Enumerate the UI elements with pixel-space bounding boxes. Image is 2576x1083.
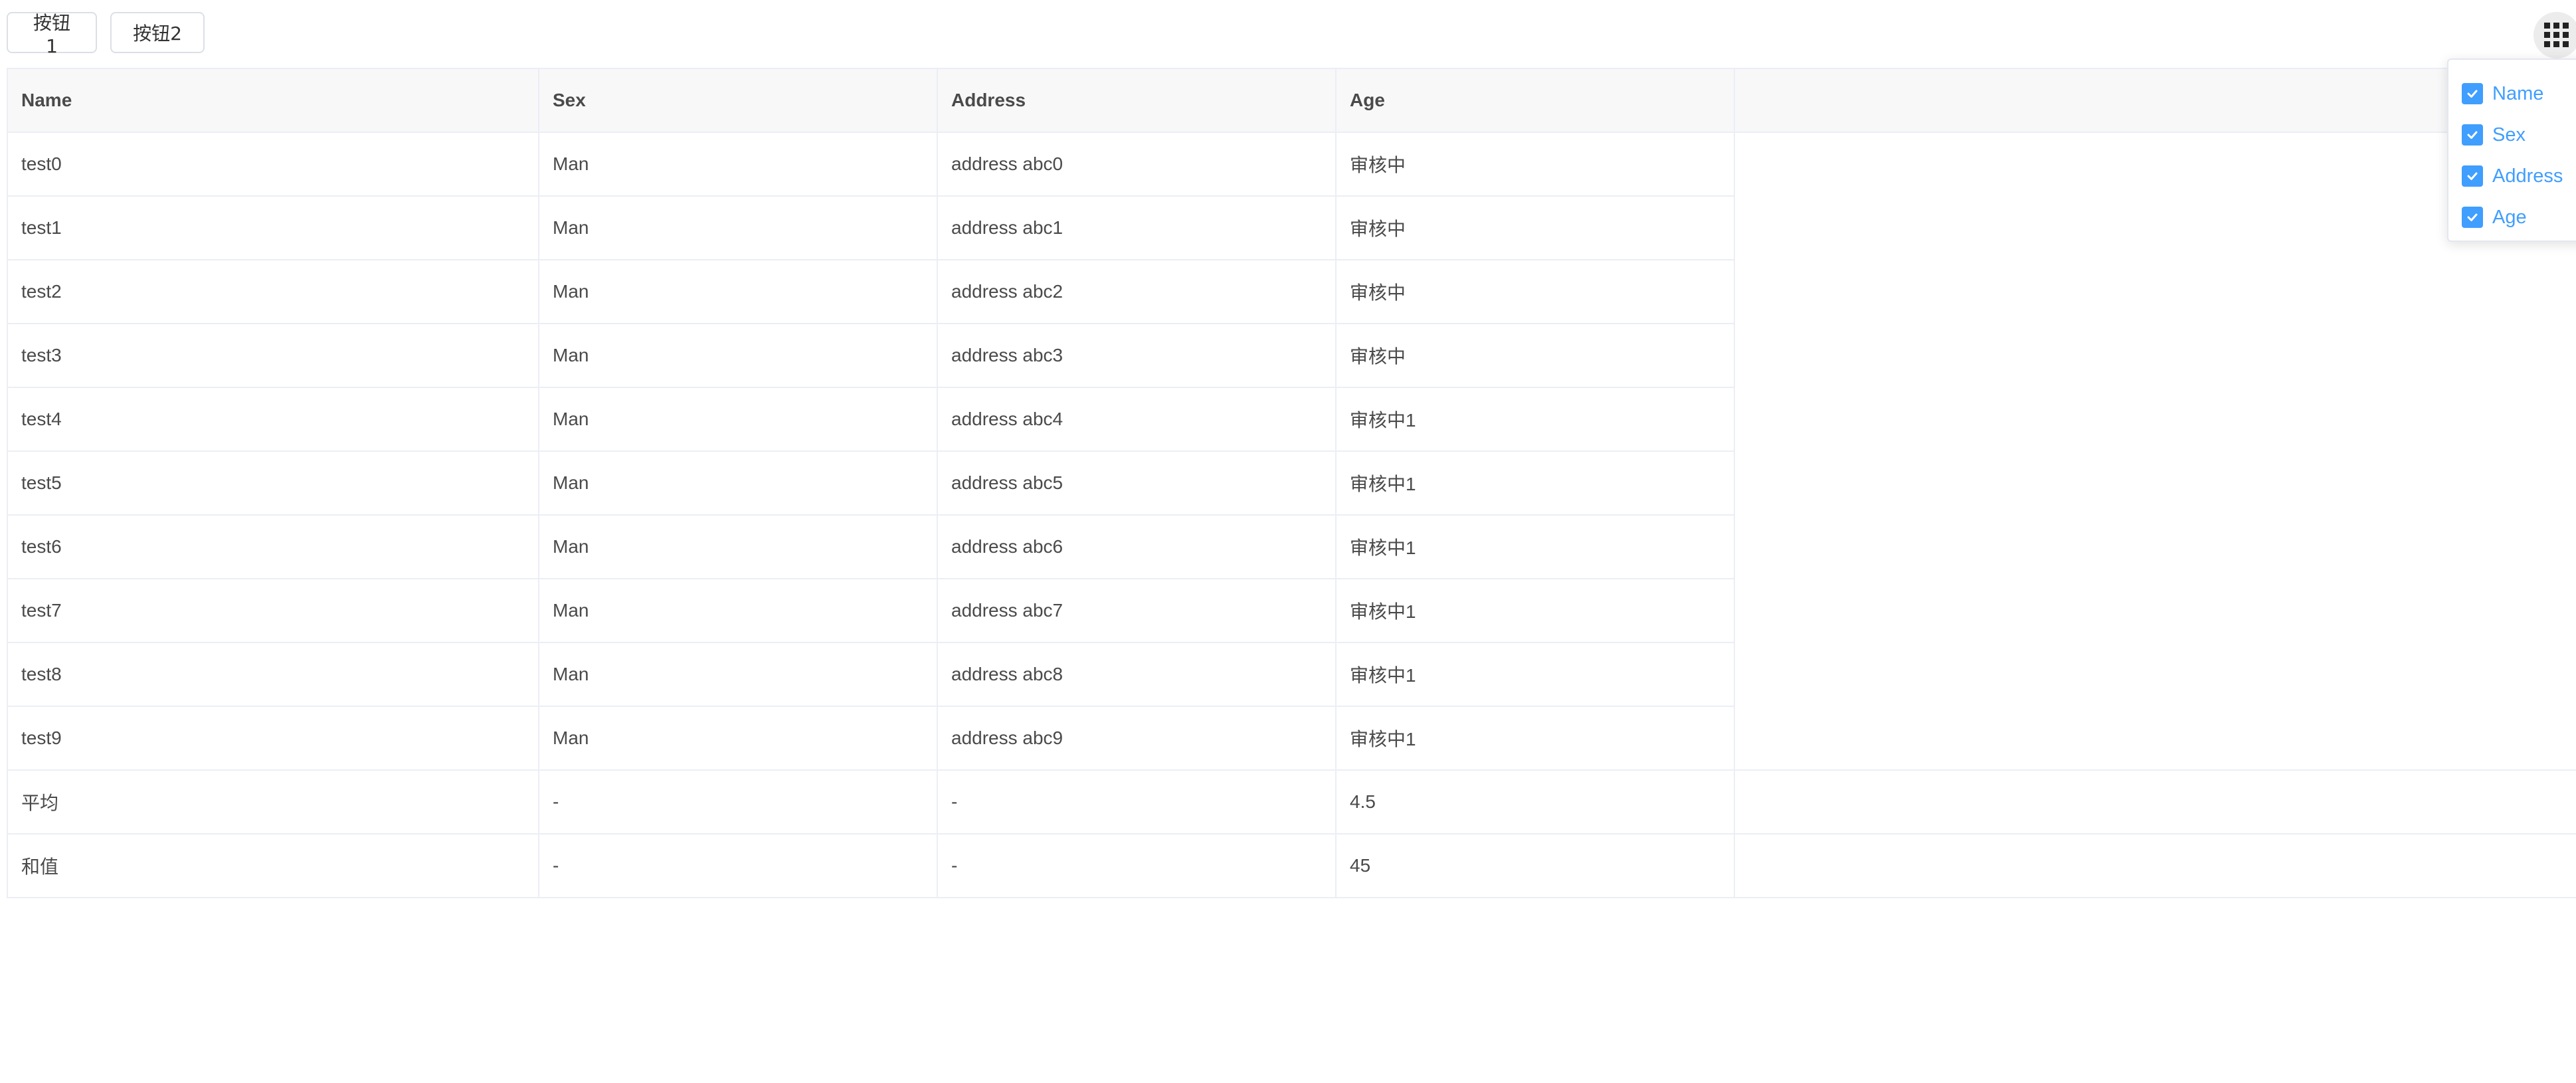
cell-address: address abc3 (937, 324, 1336, 388)
cell-name: test4 (7, 387, 539, 452)
cell-name: test7 (7, 579, 539, 643)
cell-name: test9 (7, 706, 539, 771)
cell-age: 审核中1 (1336, 451, 1735, 516)
column-header-address[interactable]: Address (937, 68, 1336, 133)
checkbox-checked-icon[interactable] (2462, 124, 2483, 146)
button-2[interactable]: 按钮2 (110, 12, 205, 53)
cell-filler (1734, 324, 2576, 387)
cell-filler (1734, 387, 2576, 451)
cell-filler (1734, 579, 2576, 642)
column-option-sex[interactable]: Sex (2448, 114, 2576, 155)
cell-sex: Man (539, 260, 938, 324)
column-option-label: Name (2492, 82, 2544, 104)
data-table: Name Sex Address Age test0 Man address a… (7, 68, 2576, 898)
cell-age: 审核中1 (1336, 706, 1735, 771)
cell-sex: Man (539, 515, 938, 579)
summary-cell-filler (1734, 769, 2576, 835)
summary-cell-age: 45 (1336, 834, 1735, 898)
cell-sex: Man (539, 579, 938, 643)
table-row[interactable]: test7 Man address abc7 审核中1 (7, 579, 2576, 643)
cell-address: address abc8 (937, 642, 1336, 707)
summary-label-sum: 和值 (7, 834, 539, 898)
cell-sex: Man (539, 451, 938, 516)
table-row[interactable]: test4 Man address abc4 审核中1 (7, 387, 2576, 452)
column-toggle-button[interactable] (2533, 12, 2576, 58)
cell-address: address abc7 (937, 579, 1336, 643)
table-row[interactable]: test1 Man address abc1 审核中 (7, 196, 2576, 260)
summary-label-average: 平均 (7, 769, 539, 835)
cell-age: 审核中1 (1336, 642, 1735, 707)
cell-name: test5 (7, 451, 539, 516)
summary-cell-sex: - (539, 834, 938, 898)
column-option-name[interactable]: Name (2448, 73, 2576, 114)
column-option-label: Age (2492, 206, 2527, 228)
cell-age: 审核中 (1336, 132, 1735, 197)
cell-sex: Man (539, 642, 938, 707)
cell-address: address abc2 (937, 260, 1336, 324)
summary-cell-filler (1734, 834, 2576, 898)
cell-name: test6 (7, 515, 539, 579)
cell-address: address abc5 (937, 451, 1336, 516)
column-header-sex[interactable]: Sex (538, 68, 938, 133)
cell-name: test1 (7, 196, 539, 260)
cell-age: 审核中1 (1336, 387, 1735, 452)
table-row[interactable]: test6 Man address abc6 审核中1 (7, 515, 2576, 579)
cell-sex: Man (539, 387, 938, 452)
cell-filler (1734, 260, 2576, 324)
cell-name: test2 (7, 260, 539, 324)
column-header-name[interactable]: Name (7, 68, 539, 133)
column-option-age[interactable]: Age (2448, 197, 2576, 238)
cell-filler (1734, 451, 2576, 515)
grid-icon (2544, 23, 2569, 47)
cell-sex: Man (539, 196, 938, 260)
cell-filler (1734, 515, 2576, 579)
table-header-row: Name Sex Address Age (7, 68, 2576, 133)
summary-cell-address: - (937, 834, 1336, 898)
cell-age: 审核中1 (1336, 515, 1735, 579)
table-row[interactable]: test9 Man address abc9 审核中1 (7, 706, 2576, 771)
checkbox-checked-icon[interactable] (2462, 83, 2483, 104)
summary-row-sum: 和值 - - 45 (7, 834, 2576, 898)
cell-name: test8 (7, 642, 539, 707)
cell-address: address abc0 (937, 132, 1336, 197)
cell-age: 审核中1 (1336, 579, 1735, 643)
table-row[interactable]: test5 Man address abc5 审核中1 (7, 451, 2576, 516)
cell-sex: Man (539, 706, 938, 771)
cell-address: address abc6 (937, 515, 1336, 579)
toolbar: 按钮1 按钮2 (7, 12, 205, 57)
summary-cell-sex: - (539, 769, 938, 835)
cell-filler (1734, 706, 2576, 770)
table-row[interactable]: test0 Man address abc0 审核中 (7, 132, 2576, 197)
page: 按钮1 按钮2 Name Sex Address Age test0 Man a… (0, 0, 2576, 1083)
cell-age: 审核中 (1336, 260, 1735, 324)
column-option-label: Sex (2492, 124, 2526, 146)
cell-name: test0 (7, 132, 539, 197)
checkbox-checked-icon[interactable] (2462, 207, 2483, 228)
cell-age: 审核中 (1336, 324, 1735, 388)
cell-address: address abc1 (937, 196, 1336, 260)
cell-sex: Man (539, 132, 938, 197)
summary-cell-address: - (937, 769, 1336, 835)
cell-address: address abc9 (937, 706, 1336, 771)
table-row[interactable]: test8 Man address abc8 审核中1 (7, 642, 2576, 707)
summary-cell-age: 4.5 (1336, 769, 1735, 835)
cell-filler (1734, 642, 2576, 706)
table-row[interactable]: test3 Man address abc3 审核中 (7, 324, 2576, 388)
cell-sex: Man (539, 324, 938, 388)
table-row[interactable]: test2 Man address abc2 审核中 (7, 260, 2576, 324)
column-option-label: Address (2492, 165, 2563, 187)
checkbox-checked-icon[interactable] (2462, 165, 2483, 187)
cell-name: test3 (7, 324, 539, 388)
cell-address: address abc4 (937, 387, 1336, 452)
column-header-age[interactable]: Age (1335, 68, 1735, 133)
column-option-address[interactable]: Address (2448, 155, 2576, 197)
button-1[interactable]: 按钮1 (7, 12, 97, 57)
cell-age: 审核中 (1336, 196, 1735, 260)
summary-row-average: 平均 - - 4.5 (7, 769, 2576, 835)
column-visibility-menu: Name Sex Address Age (2447, 58, 2576, 242)
